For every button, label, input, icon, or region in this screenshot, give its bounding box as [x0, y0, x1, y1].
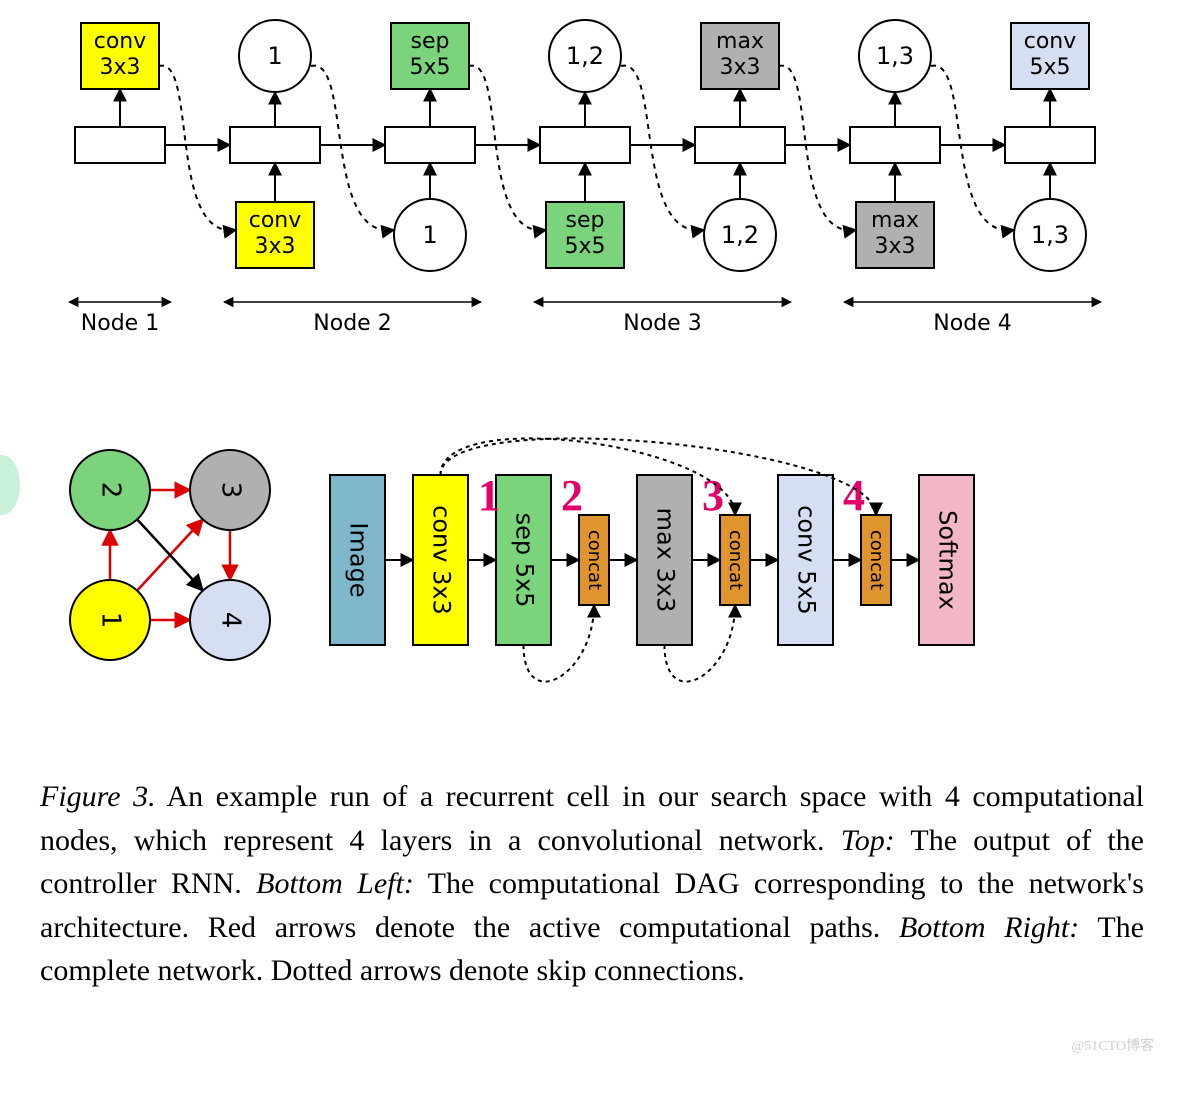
- svg-text:Node 3: Node 3: [623, 311, 701, 336]
- svg-text:2: 2: [96, 482, 126, 499]
- figure-3: conv3x31conv3x3sep5x511,2sep5x5max3x31,2…: [0, 0, 1184, 1105]
- svg-text:1,2: 1,2: [721, 221, 759, 249]
- svg-text:5x5: 5x5: [1029, 55, 1070, 80]
- svg-text:3: 3: [216, 482, 246, 499]
- watermark: @51CTO博客: [1071, 1035, 1154, 1055]
- svg-text:5x5: 5x5: [409, 55, 450, 80]
- svg-text:Node 4: Node 4: [933, 311, 1011, 336]
- svg-text:concat: concat: [584, 530, 605, 590]
- svg-text:conv 3x3: conv 3x3: [428, 505, 456, 615]
- svg-text:sep: sep: [411, 29, 450, 54]
- rnn-cell: [385, 127, 475, 163]
- dashed-loop: [311, 66, 394, 231]
- svg-text:Node 2: Node 2: [313, 311, 391, 336]
- svg-text:conv: conv: [94, 29, 147, 54]
- svg-text:sep 5x5: sep 5x5: [511, 513, 539, 608]
- rnn-cell: [75, 127, 165, 163]
- svg-text:concat: concat: [725, 530, 746, 590]
- svg-text:1: 1: [422, 221, 437, 249]
- svg-text:conv: conv: [1024, 29, 1077, 54]
- svg-text:1,3: 1,3: [1031, 221, 1069, 249]
- svg-text:3x3: 3x3: [254, 234, 295, 259]
- rnn-cell: [230, 127, 320, 163]
- handwritten-mark: 2: [561, 471, 583, 520]
- svg-text:concat: concat: [866, 530, 887, 590]
- handwritten-mark: 1: [478, 471, 500, 520]
- edge-blob: [0, 455, 20, 515]
- handwritten-mark: 4: [843, 471, 865, 520]
- svg-text:3x3: 3x3: [99, 55, 140, 80]
- svg-text:max: max: [871, 208, 919, 233]
- svg-text:Node 1: Node 1: [81, 311, 159, 336]
- svg-text:1,2: 1,2: [566, 42, 604, 70]
- svg-text:conv: conv: [249, 208, 302, 233]
- svg-text:5x5: 5x5: [564, 234, 605, 259]
- handwritten-mark: 3: [702, 471, 724, 520]
- svg-text:1,3: 1,3: [876, 42, 914, 70]
- svg-text:conv 5x5: conv 5x5: [793, 505, 821, 615]
- dashed-loop: [779, 66, 856, 231]
- caption-fig: Figure 3.: [40, 780, 156, 813]
- svg-text:max: max: [716, 29, 764, 54]
- svg-text:Image: Image: [345, 522, 373, 597]
- dashed-loop: [159, 66, 236, 231]
- dashed-loop: [931, 66, 1014, 231]
- rnn-cell: [1005, 127, 1095, 163]
- rnn-cell: [540, 127, 630, 163]
- figure-caption: Figure 3. An example run of a recurrent …: [40, 775, 1144, 993]
- svg-text:1: 1: [267, 42, 282, 70]
- svg-text:3x3: 3x3: [719, 55, 760, 80]
- svg-text:max 3x3: max 3x3: [652, 508, 680, 613]
- svg-text:1: 1: [96, 612, 126, 629]
- dashed-loop: [469, 66, 546, 231]
- svg-text:Softmax: Softmax: [934, 510, 962, 610]
- rnn-cell: [695, 127, 785, 163]
- svg-text:4: 4: [216, 612, 246, 629]
- dashed-loop: [621, 66, 704, 231]
- svg-text:sep: sep: [566, 208, 605, 233]
- rnn-cell: [850, 127, 940, 163]
- svg-text:3x3: 3x3: [874, 234, 915, 259]
